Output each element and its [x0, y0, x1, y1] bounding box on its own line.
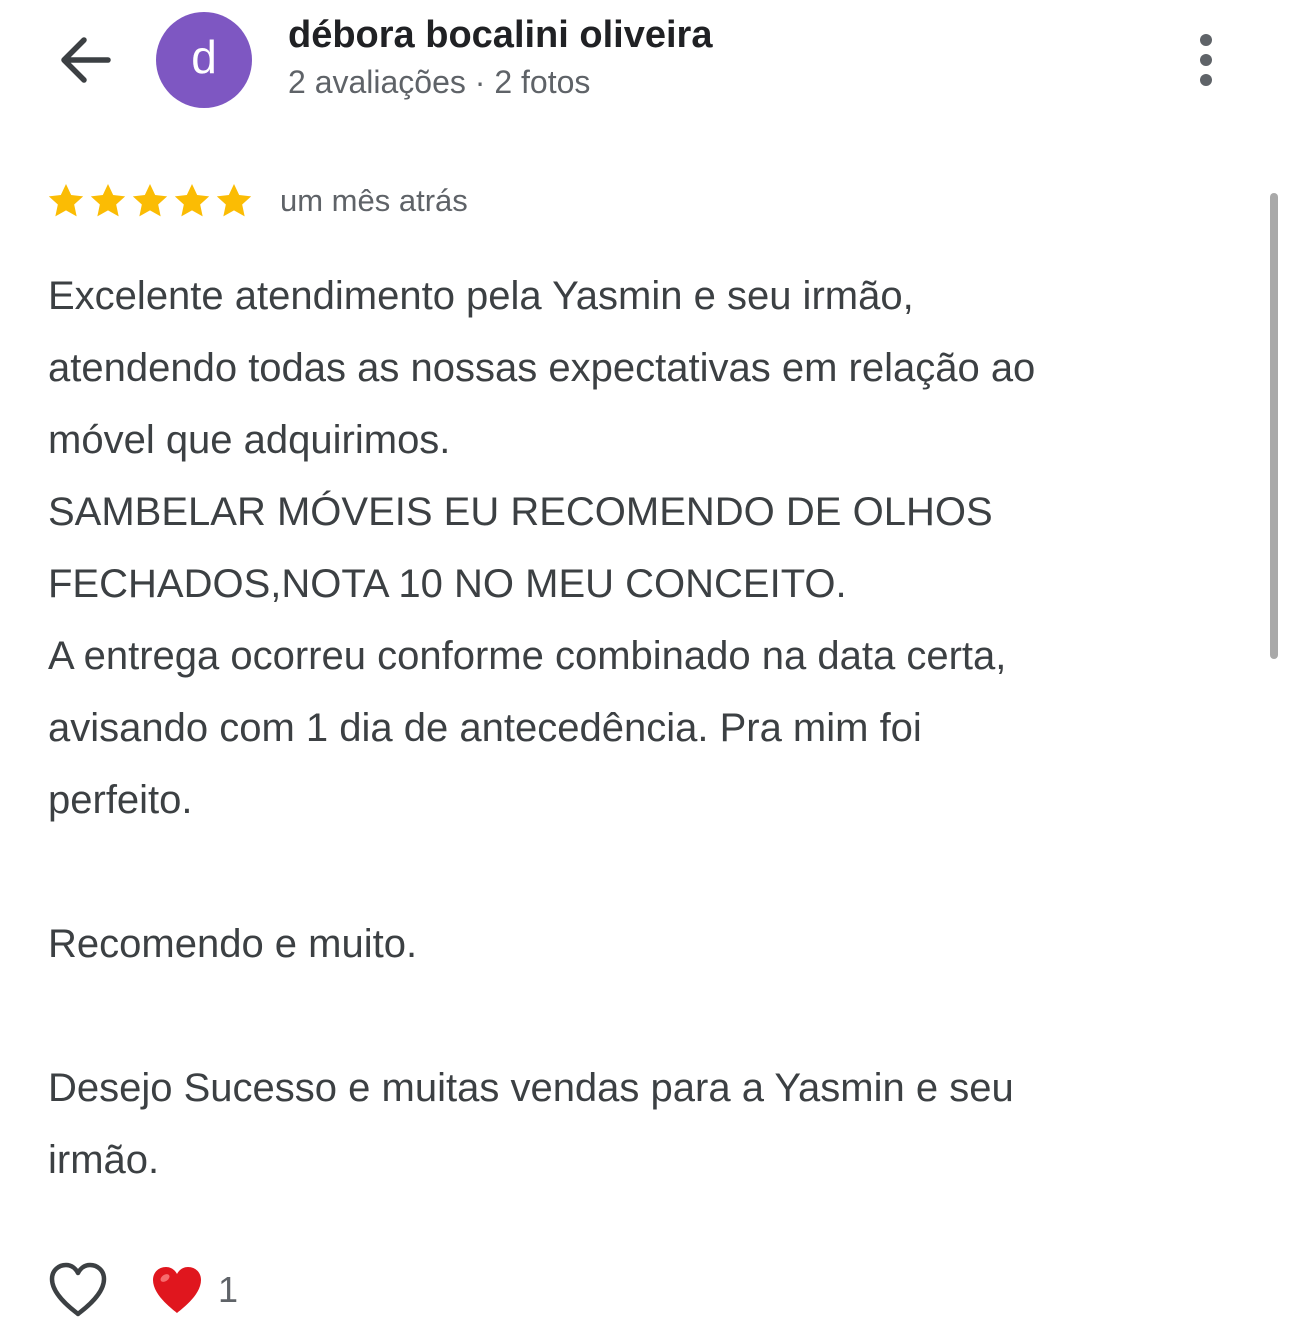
more-vert-icon [1200, 34, 1212, 86]
reviewer-name[interactable]: débora bocalini oliveira [288, 14, 712, 57]
reaction-count: 1 [218, 1269, 239, 1310]
red-heart-emoji-icon [153, 1267, 201, 1313]
star-icon [48, 184, 84, 217]
like-button[interactable] [46, 1260, 110, 1320]
heart-outline-icon [49, 1262, 107, 1317]
back-button[interactable] [50, 28, 118, 92]
star-icon [216, 184, 252, 217]
rating-row: um mês atrás [46, 180, 468, 222]
star-icon [132, 184, 168, 217]
reaction-badge[interactable]: 1 [150, 1265, 238, 1315]
star-icon [90, 184, 126, 217]
star-rating [46, 181, 254, 221]
more-options-button[interactable] [1182, 30, 1230, 90]
avatar-letter: d [191, 31, 217, 83]
review-time: um mês atrás [280, 183, 468, 218]
review-header: d débora bocalini oliveira 2 avaliações … [0, 0, 1290, 130]
arrow-left-icon [61, 37, 111, 83]
scrollbar[interactable] [1270, 193, 1278, 659]
review-text: Excelente atendimento pela Yasmin e seu … [48, 274, 1036, 1182]
star-icon [174, 184, 210, 217]
avatar[interactable]: d [156, 12, 252, 108]
reviewer-stats: 2 avaliações · 2 fotos [288, 64, 591, 100]
review-actions: 1 [46, 1260, 238, 1320]
